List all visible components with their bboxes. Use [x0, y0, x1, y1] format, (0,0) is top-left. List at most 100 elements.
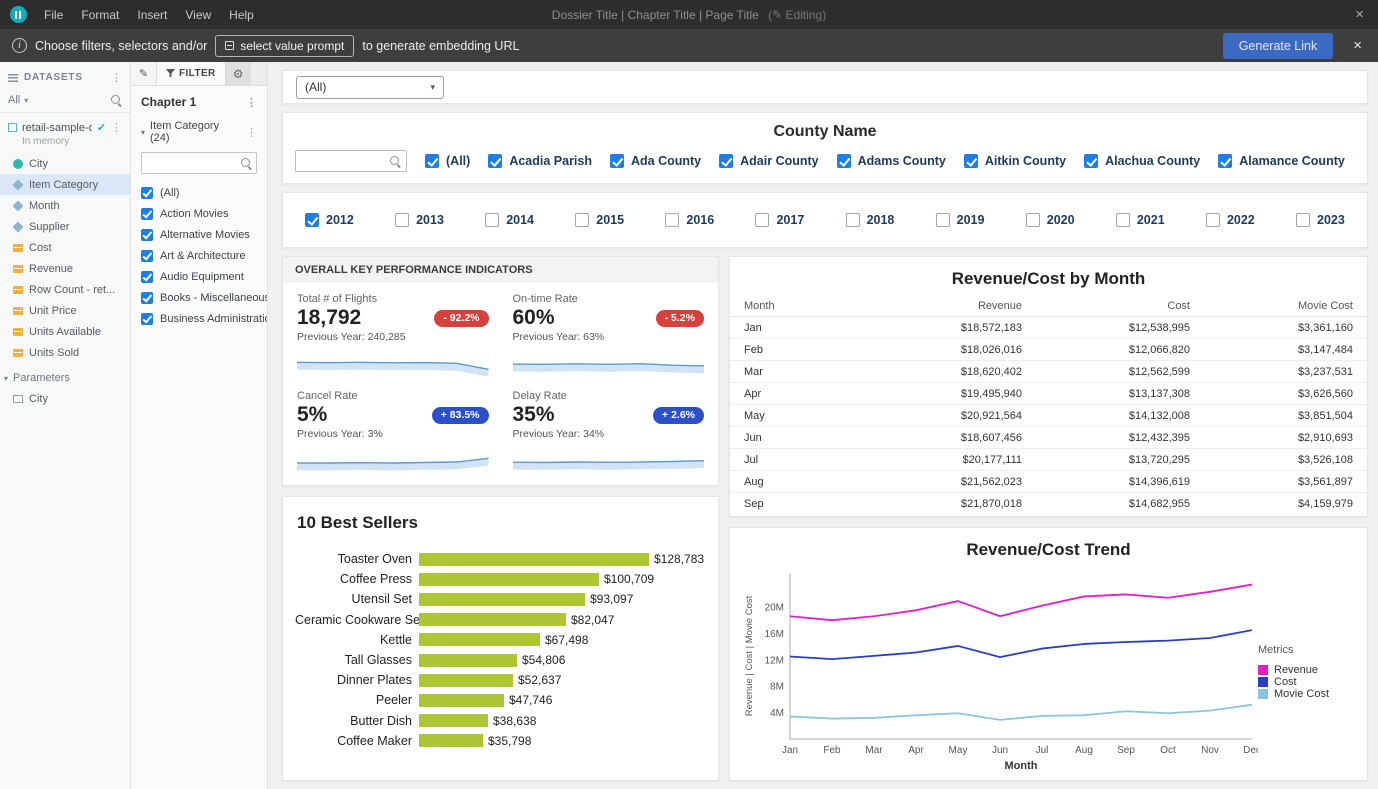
dataset-item-supplier[interactable]: Supplier [0, 216, 130, 237]
dataset-item-unit-price[interactable]: Unit Price [0, 300, 130, 321]
banner-close-icon[interactable]: × [1349, 37, 1366, 54]
bar[interactable] [419, 633, 540, 646]
legend-item-movie-cost[interactable]: Movie Cost [1258, 688, 1354, 700]
edit-tab[interactable]: ✎ [131, 62, 157, 85]
checkbox[interactable] [1084, 154, 1098, 168]
dataset-item-row-count-ret[interactable]: Row Count - ret... [0, 279, 130, 300]
dataset-item-units-sold[interactable]: Units Sold [0, 342, 130, 363]
county-option-alamance-county[interactable]: Alamance County [1218, 154, 1345, 168]
checkbox[interactable] [485, 213, 499, 227]
dataset-item-city[interactable]: City [0, 153, 130, 174]
bar[interactable] [419, 553, 649, 566]
year-option-2016[interactable]: 2016 [665, 213, 714, 227]
year-option-2020[interactable]: 2020 [1026, 213, 1075, 227]
filter-option-all[interactable]: (All) [131, 182, 267, 203]
dataset-menu-icon[interactable]: ⋮ [111, 121, 122, 134]
checkbox[interactable] [425, 154, 439, 168]
bar[interactable] [419, 593, 585, 606]
menu-format[interactable]: Format [72, 8, 128, 22]
county-option-adams-county[interactable]: Adams County [837, 154, 946, 168]
search-icon[interactable] [110, 94, 122, 106]
year-option-2022[interactable]: 2022 [1206, 213, 1255, 227]
county-option-ada-county[interactable]: Ada County [610, 154, 701, 168]
select-value-prompt-button[interactable]: select value prompt [215, 35, 354, 57]
checkbox[interactable] [305, 213, 319, 227]
menu-help[interactable]: Help [220, 8, 263, 22]
chapter-menu-icon[interactable]: ⋮ [246, 96, 257, 109]
parameters-section-header[interactable]: ▾ Parameters [0, 363, 130, 388]
checkbox[interactable] [141, 292, 153, 304]
year-option-2013[interactable]: 2013 [395, 213, 444, 227]
checkbox[interactable] [719, 154, 733, 168]
panel-toggle-icon[interactable] [8, 74, 18, 82]
bar[interactable] [419, 654, 517, 667]
year-option-2023[interactable]: 2023 [1296, 213, 1345, 227]
checkbox[interactable] [1116, 213, 1130, 227]
dataset-item-item-category[interactable]: Item Category [0, 174, 130, 195]
bar[interactable] [419, 674, 513, 687]
datasets-menu-icon[interactable]: ⋮ [111, 71, 122, 84]
filter-option-action-movies[interactable]: Action Movies [131, 203, 267, 224]
legend-item-revenue[interactable]: Revenue [1258, 664, 1354, 676]
checkbox[interactable] [610, 154, 624, 168]
checkbox[interactable] [488, 154, 502, 168]
county-option-acadia-parish[interactable]: Acadia Parish [488, 154, 592, 168]
menu-file[interactable]: File [35, 8, 72, 22]
dataset-scope-select[interactable]: All▾ [8, 94, 28, 106]
filter-group-menu-icon[interactable]: ⋮ [246, 126, 257, 139]
checkbox[interactable] [846, 213, 860, 227]
menu-view[interactable]: View [176, 8, 220, 22]
bar[interactable] [419, 734, 483, 747]
checkbox[interactable] [936, 213, 950, 227]
checkbox[interactable] [755, 213, 769, 227]
bar[interactable] [419, 573, 599, 586]
bar[interactable] [419, 613, 566, 626]
year-option-2019[interactable]: 2019 [936, 213, 985, 227]
parameter-item-city[interactable]: City [0, 388, 130, 409]
generate-link-button[interactable]: Generate Link [1223, 33, 1334, 59]
settings-tab[interactable]: ⚙ [225, 62, 251, 85]
checkbox[interactable] [837, 154, 851, 168]
checkbox[interactable] [141, 208, 153, 220]
checkbox[interactable] [141, 313, 153, 325]
checkbox[interactable] [1218, 154, 1232, 168]
checkbox[interactable] [964, 154, 978, 168]
checkbox[interactable] [665, 213, 679, 227]
checkbox[interactable] [141, 250, 153, 262]
year-option-2021[interactable]: 2021 [1116, 213, 1165, 227]
checkbox[interactable] [1026, 213, 1040, 227]
checkbox[interactable] [575, 213, 589, 227]
year-option-2015[interactable]: 2015 [575, 213, 624, 227]
county-option-all[interactable]: (All) [425, 154, 470, 168]
year-option-2014[interactable]: 2014 [485, 213, 534, 227]
checkbox[interactable] [141, 271, 153, 283]
dataset-item-cost[interactable]: Cost [0, 237, 130, 258]
window-close-icon[interactable]: × [1341, 6, 1378, 23]
filter-option-art-architecture[interactable]: Art & Architecture [131, 245, 267, 266]
checkbox[interactable] [141, 187, 153, 199]
dataset-item-revenue[interactable]: Revenue [0, 258, 130, 279]
filter-option-books-miscellaneous[interactable]: Books - Miscellaneous [131, 287, 267, 308]
filter-option-audio-equipment[interactable]: Audio Equipment [131, 266, 267, 287]
legend-item-cost[interactable]: Cost [1258, 676, 1354, 688]
tab-filter[interactable]: FILTER [157, 62, 225, 85]
checkbox[interactable] [141, 229, 153, 241]
dataset-name-row[interactable]: retail-sample-d... ✓ ⋮ [0, 113, 130, 135]
county-option-alachua-county[interactable]: Alachua County [1084, 154, 1200, 168]
county-option-adair-county[interactable]: Adair County [719, 154, 818, 168]
bar[interactable] [419, 694, 504, 707]
bar[interactable] [419, 714, 488, 727]
checkbox[interactable] [395, 213, 409, 227]
collapse-icon[interactable]: ▾ [141, 128, 145, 137]
dataset-item-units-available[interactable]: Units Available [0, 321, 130, 342]
county-option-aitkin-county[interactable]: Aitkin County [964, 154, 1066, 168]
dataset-item-month[interactable]: Month [0, 195, 130, 216]
filter-option-alternative-movies[interactable]: Alternative Movies [131, 224, 267, 245]
year-option-2017[interactable]: 2017 [755, 213, 804, 227]
page-filter-dropdown[interactable]: (All) ▾ [296, 76, 444, 99]
menu-insert[interactable]: Insert [128, 8, 176, 22]
year-option-2012[interactable]: 2012 [305, 213, 354, 227]
checkbox[interactable] [1296, 213, 1310, 227]
year-option-2018[interactable]: 2018 [846, 213, 895, 227]
checkbox[interactable] [1206, 213, 1220, 227]
